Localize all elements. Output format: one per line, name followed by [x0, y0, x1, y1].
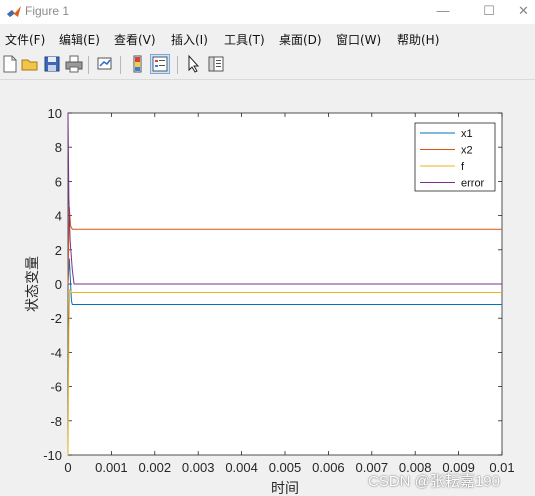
colorbar-button[interactable] [128, 54, 148, 74]
print-icon [65, 55, 83, 73]
toolbar [0, 51, 535, 80]
edit-plot-button[interactable] [184, 54, 204, 74]
x-tick-label: 0.005 [269, 460, 302, 475]
open-file-button[interactable] [20, 54, 40, 74]
legend-label-error: error [461, 178, 485, 190]
y-tick-label: -8 [50, 414, 62, 429]
toolbar-separator [120, 56, 121, 74]
menu-tools[interactable]: 工具(T) [224, 31, 265, 48]
x-tick-label: 0.003 [182, 460, 215, 475]
new-figure-icon [3, 55, 17, 73]
close-button[interactable]: ✕ [512, 0, 535, 24]
link-plot-button[interactable] [95, 54, 115, 74]
toolbar-separator [177, 56, 178, 74]
new-figure-button[interactable] [0, 54, 20, 74]
matlab-logo-icon [7, 6, 21, 17]
minimize-button[interactable]: — [420, 0, 466, 24]
link-plot-icon [97, 57, 112, 70]
window-title: Figure 1 [25, 4, 70, 18]
watermark-text: CSDN @张耘嘉190 [368, 473, 500, 490]
menu-window[interactable]: 窗口(W) [336, 31, 381, 48]
y-tick-label: 10 [48, 106, 62, 121]
y-tick-label: 4 [55, 209, 62, 224]
legend-icon [152, 56, 168, 72]
x-tick-label: 0.004 [225, 460, 258, 475]
save-button[interactable] [42, 54, 62, 74]
y-tick-label: -4 [50, 345, 62, 360]
y-tick-label: 8 [55, 140, 62, 155]
y-tick-label: 6 [55, 174, 62, 189]
x-tick-label: 0 [64, 460, 71, 475]
y-axis-label: 状态变量 [25, 256, 41, 312]
x-tick-label: 0.002 [139, 460, 172, 475]
y-tick-label: 2 [55, 243, 62, 258]
legend[interactable]: x1x2ferror [414, 122, 496, 192]
plot-svg: 0 0.001 0.002 0.003 0.004 0.005 0.006 0.007 0.00… [25, 106, 515, 496]
legend-label-x2: x2 [461, 145, 473, 157]
figure-canvas[interactable]: 0 0.001 0.002 0.003 0.004 0.005 0.006 0.007 0.00… [0, 80, 535, 496]
toolbar-separator [88, 56, 89, 74]
property-inspector-icon [208, 56, 224, 72]
colorbar-icon [133, 55, 142, 73]
print-button[interactable] [64, 54, 84, 74]
menu-insert[interactable]: 插入(I) [171, 31, 208, 48]
open-file-icon [21, 59, 38, 71]
maximize-button[interactable]: ☐ [466, 0, 512, 24]
menu-edit[interactable]: 编辑(E) [59, 31, 100, 48]
y-tick-label: -2 [50, 311, 62, 326]
save-icon [44, 56, 60, 72]
x-axis-label: 时间 [271, 481, 299, 496]
legend-button[interactable] [150, 54, 170, 74]
menu-bar: 文件(F) 编辑(E) 查看(V) 插入(I) 工具(T) 桌面(D) 窗口(W… [0, 27, 535, 49]
property-inspector-button[interactable] [206, 54, 226, 74]
edit-plot-arrow-icon [188, 54, 200, 73]
y-tick-label: -10 [43, 448, 62, 463]
menu-help[interactable]: 帮助(H) [397, 31, 439, 48]
menu-view[interactable]: 查看(V) [114, 31, 156, 48]
menu-file[interactable]: 文件(F) [5, 31, 45, 48]
menu-desktop[interactable]: 桌面(D) [279, 31, 322, 48]
y-tick-label: 0 [55, 277, 62, 292]
x-tick-label: 0.001 [95, 460, 128, 475]
x-tick-label: 0.006 [312, 460, 345, 475]
legend-label-x1: x1 [461, 128, 473, 140]
y-tick-label: -6 [50, 380, 62, 395]
title-bar: Figure 1 — ☐ ✕ [0, 0, 535, 24]
